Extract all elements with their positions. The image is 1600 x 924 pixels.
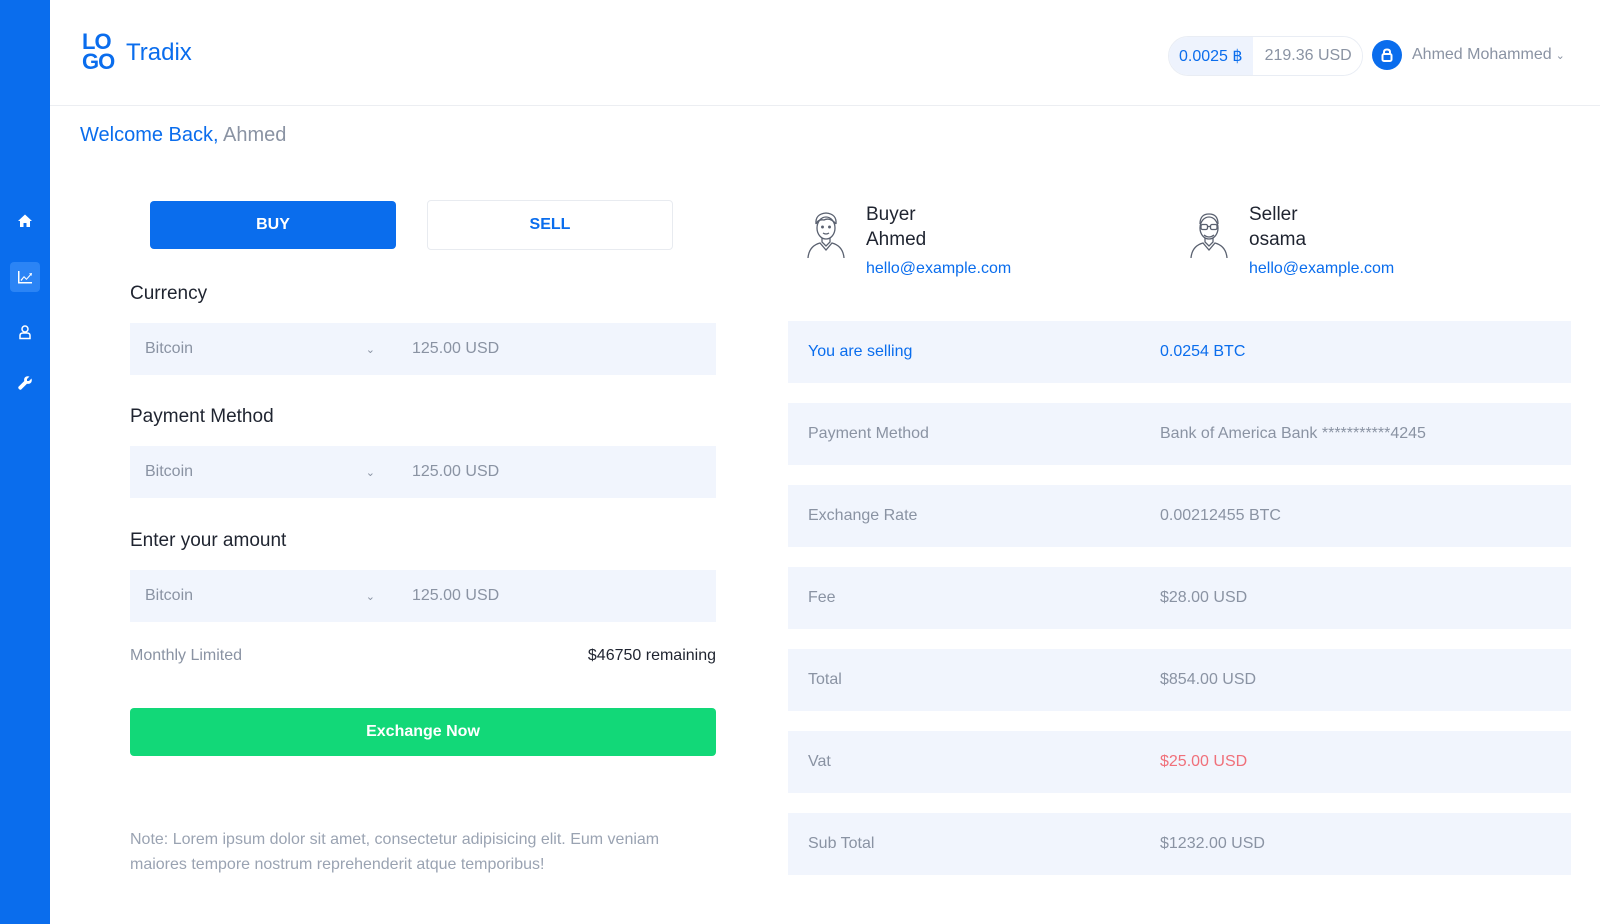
- user-icon: [19, 325, 31, 340]
- detail-value: $28.00 USD: [1160, 589, 1248, 606]
- brand-name: Tradix: [126, 39, 192, 66]
- currency-field: Bitcoin ⌄ 125.00 USD: [130, 323, 716, 375]
- wrench-icon: [18, 376, 32, 390]
- detail-key: You are selling: [808, 343, 913, 360]
- detail-key: Vat: [808, 753, 831, 770]
- payment-method-select[interactable]: Bitcoin ⌄: [130, 463, 390, 481]
- male-glasses-avatar-icon: [1190, 213, 1228, 259]
- sidebar: [0, 0, 50, 924]
- detail-row-subtotal: Sub Total $1232.00 USD: [788, 813, 1571, 875]
- detail-value: $1232.00 USD: [1160, 835, 1265, 852]
- detail-key: Total: [808, 671, 842, 688]
- sidebar-item-settings[interactable]: [10, 368, 40, 398]
- buyer-email-link[interactable]: hello@example.com: [866, 260, 1011, 278]
- detail-row-exchange-rate: Exchange Rate 0.00212455 BTC: [788, 485, 1571, 547]
- user-lock-icon: [1381, 48, 1393, 62]
- detail-value: 0.0254 BTC: [1160, 343, 1246, 360]
- detail-row-payment-method: Payment Method Bank of America Bank ****…: [788, 403, 1571, 465]
- seller-avatar: [1187, 208, 1231, 260]
- amount-currency-select[interactable]: Bitcoin ⌄: [130, 587, 390, 605]
- chevron-down-icon: ⌄: [365, 343, 375, 356]
- detail-value: 0.00212455 BTC: [1160, 507, 1281, 524]
- top-header: LO GO Tradix 0.0025 ฿ 219.36 USD Ahmed M…: [50, 0, 1600, 106]
- amount-label: Enter your amount: [130, 530, 287, 551]
- monthly-limit-value: $46750 remaining: [587, 647, 716, 664]
- detail-row-vat: Vat $25.00 USD: [788, 731, 1571, 793]
- seller-name: osama: [1249, 229, 1307, 250]
- sidebar-item-home[interactable]: [10, 206, 40, 236]
- payment-method-field: Bitcoin ⌄ 125.00 USD: [130, 446, 716, 498]
- seller-email-link[interactable]: hello@example.com: [1249, 260, 1394, 278]
- sidebar-item-profile[interactable]: [10, 317, 40, 347]
- chevron-down-icon: ⌄: [365, 590, 375, 603]
- detail-value: Bank of America Bank ***********4245: [1160, 425, 1426, 442]
- user-name: Ahmed Mohammed: [1412, 46, 1552, 63]
- detail-key: Fee: [808, 589, 836, 606]
- monthly-limit-label: Monthly Limited: [130, 647, 243, 664]
- amount-field: Bitcoin ⌄ 125.00 USD: [130, 570, 716, 622]
- detail-row-selling: You are selling 0.0254 BTC: [788, 321, 1571, 383]
- welcome-name: Ahmed: [223, 124, 287, 146]
- currency-select[interactable]: Bitcoin ⌄: [130, 340, 390, 358]
- usd-balance: 219.36 USD: [1252, 37, 1362, 75]
- home-icon: [18, 214, 32, 227]
- detail-key: Payment Method: [808, 425, 929, 442]
- buy-button[interactable]: BUY: [150, 201, 396, 249]
- chevron-down-icon: ⌄: [365, 466, 375, 479]
- welcome-greeting: Welcome Back,: [80, 124, 224, 146]
- wallet-balance[interactable]: 0.0025 ฿ 219.36 USD: [1168, 36, 1363, 76]
- seller-card: Seller osama hello@example.com: [1187, 202, 1394, 278]
- detail-value: $854.00 USD: [1160, 671, 1257, 688]
- buyer-avatar: [804, 208, 848, 260]
- currency-label: Currency: [130, 283, 208, 304]
- seller-role: Seller: [1249, 204, 1298, 225]
- detail-row-total: Total $854.00 USD: [788, 649, 1571, 711]
- male-avatar-icon: [807, 212, 845, 259]
- buyer-card: Buyer Ahmed hello@example.com: [804, 202, 1011, 278]
- amount-input[interactable]: 125.00 USD: [390, 587, 499, 605]
- note-text: Note: Lorem ipsum dolor sit amet, consec…: [130, 831, 660, 873]
- monthly-limit: Monthly Limited $46750 remaining: [130, 647, 716, 665]
- sidebar-item-chart[interactable]: [10, 262, 40, 292]
- payment-amount-input[interactable]: 125.00 USD: [390, 463, 499, 481]
- exchange-now-button[interactable]: Exchange Now: [130, 708, 716, 756]
- btc-balance: 0.0025 ฿: [1169, 37, 1253, 75]
- buyer-name: Ahmed: [866, 229, 927, 250]
- welcome-title: Welcome Back, Ahmed: [80, 124, 286, 147]
- detail-value: $25.00 USD: [1160, 753, 1248, 770]
- chart-icon: [18, 271, 32, 284]
- detail-key: Exchange Rate: [808, 507, 918, 524]
- payment-method-label: Payment Method: [130, 406, 274, 427]
- buyer-role: Buyer: [866, 204, 916, 225]
- avatar: [1372, 40, 1402, 70]
- chevron-down-icon: ⌄: [1555, 49, 1565, 62]
- detail-key: Sub Total: [808, 835, 875, 852]
- logo-mark: LO GO: [82, 29, 115, 74]
- currency-amount-input[interactable]: 125.00 USD: [390, 340, 499, 358]
- sell-button[interactable]: SELL: [427, 200, 673, 250]
- user-menu[interactable]: Ahmed Mohammed ⌄: [1372, 40, 1565, 70]
- detail-row-fee: Fee $28.00 USD: [788, 567, 1571, 629]
- logo[interactable]: LO GO Tradix: [82, 29, 192, 74]
